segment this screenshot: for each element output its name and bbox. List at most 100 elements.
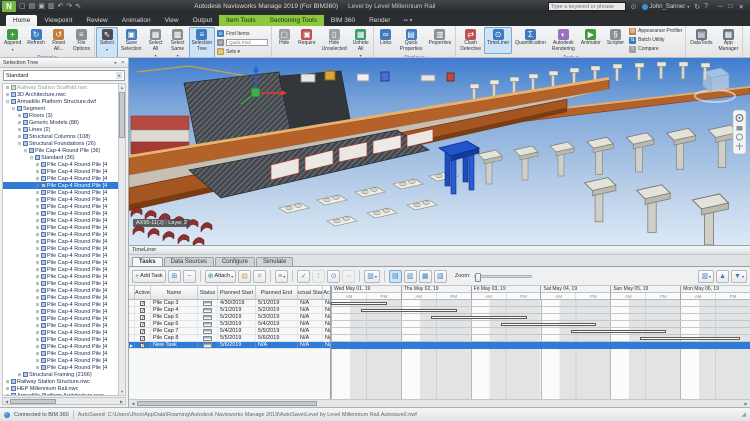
tree-expander-icon[interactable]: ⊞ (5, 379, 10, 385)
links-button[interactable]: ∞Links (375, 27, 397, 54)
navigation-bar[interactable] (733, 110, 746, 154)
reset-all-button[interactable]: ↺Reset All... (48, 27, 70, 54)
tree-item-pile-cap-4-round-pile-4[interactable]: ⊞Pile Cap-4 Round Pile [4 (3, 259, 118, 266)
tree-item-pile-cap-4-round-pile-4[interactable]: ⊞Pile Cap-4 Round Pile [4 (3, 231, 118, 238)
task-name-cell[interactable]: Pile Cap 5 (151, 314, 198, 320)
maximize-button[interactable]: □ (729, 3, 733, 11)
tree-expander-icon[interactable]: ⊞ (35, 204, 40, 210)
timeliner-horizontal-scrollbar[interactable]: ◀ ▶ (129, 399, 750, 407)
compare-button[interactable]: ≈Compare (629, 45, 682, 53)
active-cell[interactable]: ✓ (135, 314, 151, 320)
select-same-button[interactable]: ▩Select Same▾ (167, 27, 189, 58)
task-row-pile-cap-7[interactable]: ✓Pile Cap 75/4/20195/5/2019N/AN/A (129, 328, 330, 335)
panel-close-icon[interactable]: ✕ (121, 60, 125, 66)
tree-expander-icon[interactable]: ⊞ (35, 330, 40, 336)
active-cell[interactable]: ✓ (135, 307, 151, 313)
actual-end-cell[interactable]: N/A (323, 342, 331, 348)
unhide-all-button[interactable]: ▦Unhide All▾ (350, 27, 372, 58)
gantt-task-bar[interactable] (640, 337, 739, 340)
redo-icon[interactable]: ↷ (66, 1, 72, 12)
gantt-task-bar[interactable] (361, 309, 457, 312)
task-name-cell[interactable]: New Task (151, 342, 198, 348)
tree-expander-icon[interactable]: ⊞ (35, 267, 40, 273)
planned-end-cell[interactable]: N/A (256, 342, 298, 348)
save-selection-button[interactable]: ▣Save Selection (118, 27, 145, 58)
gantt-chart[interactable]: Wed May 01, 19Thu May 02, 19Fri May 03, … (331, 286, 750, 399)
select-cursor-icon[interactable]: ⇖ (75, 1, 81, 12)
planned-end-cell[interactable]: 5/1/2019 (256, 300, 298, 306)
sets-button[interactable]: ▤Sets ▾ (217, 48, 268, 56)
gantt-task-bar[interactable] (501, 323, 597, 326)
gantt-view-actual-button[interactable]: ▥ (404, 270, 417, 283)
tree-item-pile-cap-4-round-pile-4[interactable]: ⊞Pile Cap-4 Round Pile [4 (3, 336, 118, 343)
tree-item-pile-cap-4-round-pile-4[interactable]: ⊞Pile Cap-4 Round Pile [4 (3, 301, 118, 308)
user-account-menu[interactable]: John_Sanner ▾ (642, 4, 690, 10)
clash-detective-button[interactable]: ⇄Clash Detective (457, 27, 484, 54)
tree-item-pile-cap-4-round-pile-4[interactable]: ⊞Pile Cap-4 Round Pile [4 (3, 168, 118, 175)
actual-start-cell[interactable]: N/A (298, 307, 323, 313)
select-button[interactable]: ⇖Select▾ (96, 27, 118, 58)
tree-expander-icon[interactable]: ⊞ (35, 281, 40, 287)
gantt-view-compare-button[interactable]: ▦ (419, 270, 432, 283)
column-header-status[interactable]: Status (198, 286, 218, 299)
tree-item-pile-cap-4-round-pile-4[interactable]: ⊞Pile Cap-4 Round Pile [4 (3, 287, 118, 294)
add-task-button[interactable]: +Add Task (132, 270, 166, 283)
tree-item-structural-foundations-26[interactable]: ⊟Structural Foundations (26) (3, 140, 118, 147)
active-checkbox[interactable]: ✓ (140, 343, 145, 348)
active-cell[interactable]: ✓ (135, 335, 151, 341)
tree-expander-icon[interactable]: ⊞ (5, 386, 10, 392)
tree-mode-select[interactable]: Standard ▾ (3, 70, 125, 81)
actual-end-cell[interactable]: N/A (323, 328, 331, 334)
tree-expander-icon[interactable]: ⊞ (35, 309, 40, 315)
columns-dropdown-button[interactable]: ▥▾ (364, 270, 380, 283)
tree-expander-icon[interactable]: ⊞ (35, 274, 40, 280)
tree-expander-icon[interactable]: ⊟ (17, 141, 22, 147)
tree-expander-icon[interactable]: ⊞ (35, 323, 40, 329)
tree-expander-icon[interactable]: ⊞ (17, 120, 22, 126)
display-options-button[interactable]: ▥▾ (698, 270, 714, 283)
refresh-button[interactable]: ↻Refresh (24, 27, 48, 54)
gantt-task-bar[interactable] (431, 316, 527, 319)
tree-expander-icon[interactable]: ⊞ (35, 253, 40, 259)
tree-item-pile-cap-4-round-pile-4[interactable]: ⊞Pile Cap-4 Round Pile [4 (3, 217, 118, 224)
tree-item-pile-cap-4-round-pile-4[interactable]: ⊞Pile Cap-4 Round Pile [4 (3, 273, 118, 280)
tree-expander-icon[interactable]: ⊞ (35, 190, 40, 196)
tree-expander-icon[interactable]: ⊞ (17, 134, 22, 140)
application-menu-button[interactable]: N (2, 1, 16, 12)
timeliner-panel-title[interactable]: TimeLiner (129, 246, 750, 255)
active-checkbox[interactable]: ✓ (140, 329, 145, 334)
gantt-task-bar[interactable] (331, 302, 387, 305)
tree-item-lines-2[interactable]: ⊞Lines (2) (3, 126, 118, 133)
tree-item-pile-cap-4-round-pile-4[interactable]: ⊞Pile Cap-4 Round Pile [4 (3, 224, 118, 231)
active-checkbox[interactable]: ✓ (140, 308, 145, 313)
keyword-search-input[interactable] (548, 2, 626, 11)
tree-expander-icon[interactable]: ⊞ (35, 211, 40, 217)
actual-end-cell[interactable]: N/A (323, 307, 331, 313)
scroll-thumb[interactable] (119, 92, 125, 138)
actual-end-cell[interactable]: N/A (323, 321, 331, 327)
tree-expander-icon[interactable]: ⊞ (5, 393, 10, 396)
tab-output[interactable]: Output (186, 15, 220, 26)
tree-expander-icon[interactable]: ⊞ (35, 351, 40, 357)
quick-find-input[interactable] (226, 39, 268, 46)
active-cell[interactable]: ✓ (135, 300, 151, 306)
tree-item-pile-cap-4-round-pile-4[interactable]: ⊞Pile Cap-4 Round Pile [4 (3, 203, 118, 210)
tree-expander-icon[interactable]: ⊞ (35, 246, 40, 252)
task-name-cell[interactable]: Pile Cap 4 (151, 307, 198, 313)
file-options-button[interactable]: ≡File Options (70, 27, 93, 54)
active-cell[interactable]: ✓ (135, 342, 151, 348)
tree-expander-icon[interactable]: ⊞ (35, 183, 40, 189)
active-checkbox[interactable]: ✓ (140, 301, 145, 306)
tree-expander-icon[interactable]: ⊟ (5, 99, 10, 105)
planned-start-cell[interactable]: 5/2/2019 (218, 314, 256, 320)
tree-item-pile-cap-4-round-pile-4[interactable]: ⊞Pile Cap-4 Round Pile [4 (3, 266, 118, 273)
viewport-3d[interactable]: AX95-11(2) : Layer 3 (129, 58, 750, 245)
tree-item-pile-cap-4-round-pile-4[interactable]: ⊞Pile Cap-4 Round Pile [4 (3, 252, 118, 259)
tree-item-generic-models-88[interactable]: ⊞Generic Models (88) (3, 119, 118, 126)
appearance-profiler-button[interactable]: ▧Appearance Profiler (629, 27, 682, 35)
task-name-cell[interactable]: Pile Cap 6 (151, 321, 198, 327)
zoom-fit-button[interactable]: ⊙ (327, 270, 340, 283)
gantt-task-bar[interactable] (571, 330, 667, 333)
rules-dropdown-button[interactable]: ≡▾ (275, 270, 288, 283)
auto-attach-rules-button[interactable]: ▤ (238, 270, 251, 283)
